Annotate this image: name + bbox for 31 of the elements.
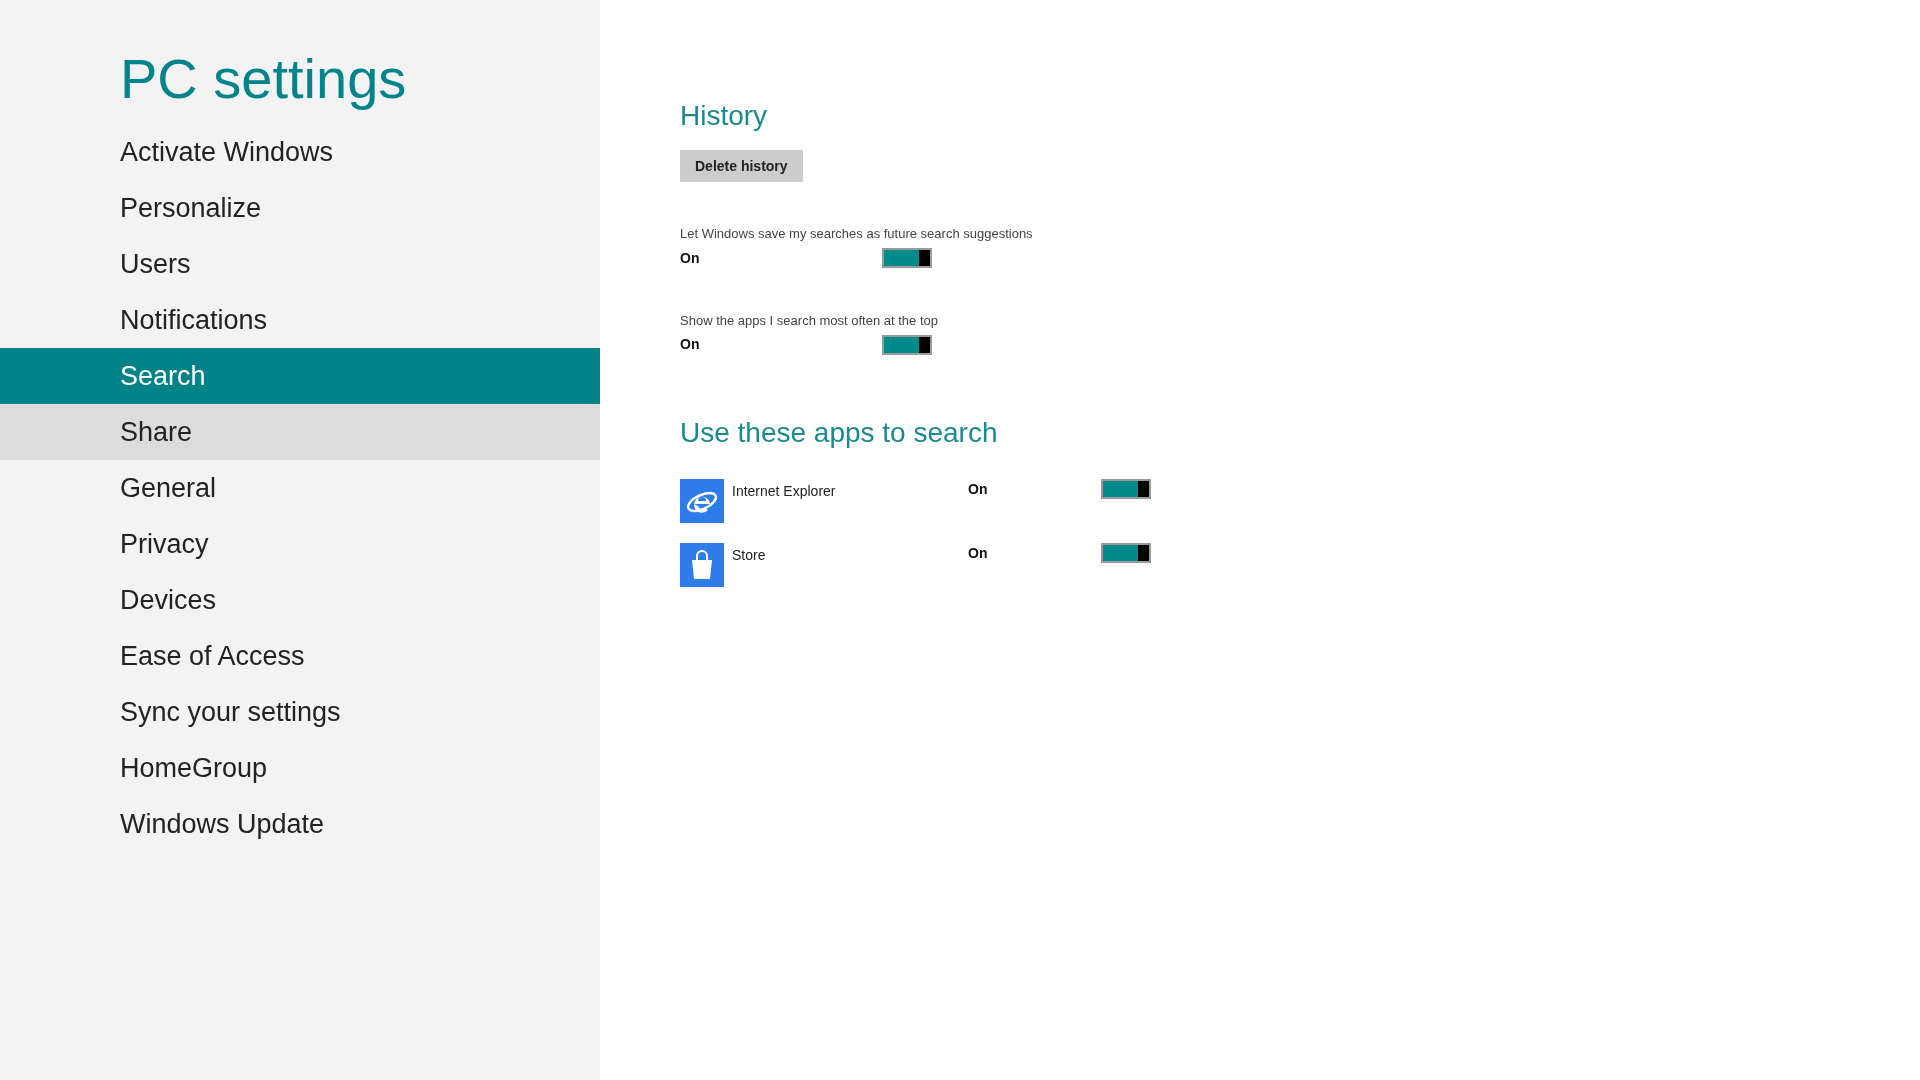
setting-label: Show the apps I search most often at the top [680,311,938,330]
nav-item[interactable]: Ease of Access [0,628,600,684]
page-title: PC settings [120,46,407,112]
nav-item[interactable]: Windows Update [0,796,600,852]
nav-item[interactable]: Users [0,236,600,292]
browser-e-icon [680,479,724,523]
toggle-state-label: On [680,248,701,268]
toggle-state-label: On [968,544,989,563]
nav-item[interactable]: Sync your settings [0,684,600,740]
nav-item[interactable]: Share [0,404,600,460]
toggle-state-label: On [968,480,989,499]
nav-item[interactable]: Privacy [0,516,600,572]
shopping-bag-icon [680,543,724,587]
toggle-state-label: On [680,335,701,354]
toggle-switch[interactable] [1101,479,1151,499]
app-name: Store [732,546,767,565]
nav-item[interactable]: Activate Windows [0,124,600,180]
section-heading: Use these apps to search [680,416,998,450]
nav-item[interactable]: Notifications [0,292,600,348]
nav-item[interactable]: Personalize [0,180,600,236]
section-heading: History [680,99,768,133]
app-name: Internet Explorer [732,482,837,501]
nav-item[interactable]: General [0,460,600,516]
toggle-switch[interactable] [882,248,932,268]
toggle-switch[interactable] [1101,543,1151,563]
nav-item[interactable]: HomeGroup [0,740,600,796]
setting-label: Let Windows save my searches as future search suggestions [680,225,1033,243]
nav-item[interactable]: Devices [0,572,600,628]
nav-item[interactable]: Search [0,348,600,404]
delete-history-button[interactable]: Delete history [680,150,803,182]
toggle-switch[interactable] [882,334,932,355]
